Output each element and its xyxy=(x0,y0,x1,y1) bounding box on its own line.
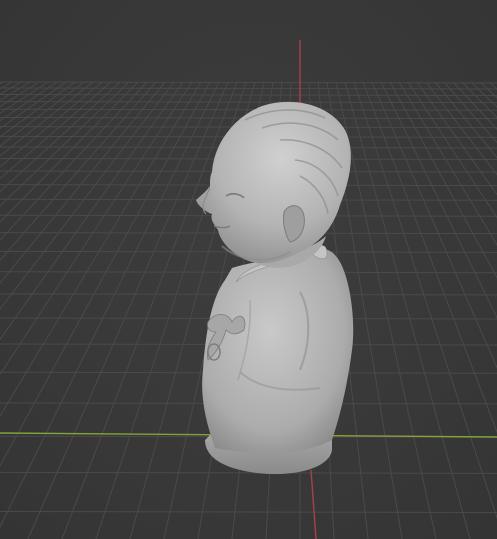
grid-line xyxy=(0,108,497,111)
bust-sculpture[interactable] xyxy=(196,101,354,475)
grid-line xyxy=(380,81,497,319)
grid-line xyxy=(0,81,112,180)
bust-torso xyxy=(202,248,354,454)
scene-canvas[interactable] xyxy=(0,0,497,539)
bust-head xyxy=(196,101,351,264)
grid-line xyxy=(389,81,497,279)
grid-line xyxy=(452,81,497,131)
grid-line xyxy=(0,94,497,97)
grid-line xyxy=(0,81,103,168)
grid-line xyxy=(353,81,497,520)
grid-line xyxy=(0,81,175,311)
grid-line xyxy=(0,81,166,284)
grid-line xyxy=(0,81,94,157)
grid-line xyxy=(443,81,497,144)
grid-line xyxy=(0,510,497,513)
grid-line xyxy=(479,81,497,99)
grid-line xyxy=(0,81,58,122)
3d-viewport[interactable] xyxy=(0,0,497,539)
grid-line xyxy=(0,81,148,241)
grid-line xyxy=(0,81,157,261)
grid-line xyxy=(344,81,471,539)
grid-line xyxy=(0,81,4,85)
grid-line xyxy=(0,81,31,101)
grid-line xyxy=(0,81,121,193)
grid-line xyxy=(61,81,238,539)
grid-line xyxy=(0,471,497,474)
grid-line xyxy=(362,81,497,434)
grid-line xyxy=(0,81,22,95)
grid-line xyxy=(0,101,497,104)
z-axis-line-lower xyxy=(310,469,317,539)
grid-line xyxy=(398,81,497,246)
grid-line xyxy=(425,81,497,176)
